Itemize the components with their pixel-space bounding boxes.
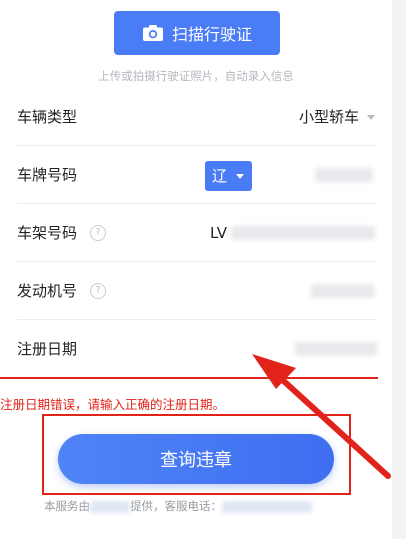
chevron-down-icon <box>236 174 244 179</box>
help-icon[interactable]: ? <box>90 283 106 299</box>
footer-text-1: 本服务由 <box>44 499 90 513</box>
vehicle-type-label: 车辆类型 <box>17 108 78 126</box>
form-card: 扫描行驶证 上传或拍摄行驶证照片，自动录入信息 车辆类型 小型轿车 车牌号码 辽… <box>0 0 392 539</box>
scan-button-label: 扫描行驶证 <box>171 25 252 44</box>
engine-input[interactable] <box>311 284 375 298</box>
camera-icon <box>142 25 163 41</box>
dropdown-arrow-icon <box>367 115 375 120</box>
scan-license-button[interactable]: 扫描行驶证 <box>114 11 280 55</box>
error-underline <box>0 377 378 379</box>
page-margin <box>392 0 406 539</box>
highlight-box <box>42 414 351 495</box>
vehicle-type-row[interactable]: 车辆类型 小型轿车 <box>17 88 377 146</box>
reg-date-input[interactable] <box>295 342 377 356</box>
error-message: 注册日期错误，请输入正确的注册日期。 <box>0 397 226 412</box>
vin-input[interactable] <box>231 226 375 240</box>
vin-prefix: LV <box>210 224 227 242</box>
plate-label: 车牌号码 <box>17 166 78 184</box>
reg-date-row[interactable]: 注册日期 <box>17 320 377 378</box>
reg-date-label: 注册日期 <box>17 340 78 358</box>
province-select[interactable]: 辽 <box>205 161 252 191</box>
plate-input[interactable] <box>315 168 373 182</box>
help-icon[interactable]: ? <box>90 225 106 241</box>
vehicle-type-value: 小型轿车 <box>298 108 359 126</box>
vehicle-type-select[interactable]: 小型轿车 <box>299 88 375 146</box>
scan-hint: 上传或拍摄行驶证照片，自动录入信息 <box>98 69 294 83</box>
engine-row: 发动机号 ? <box>17 262 377 320</box>
plate-row: 车牌号码 辽 <box>17 146 377 204</box>
province-value: 辽 <box>212 167 228 185</box>
vin-row: 车架号码 ? LV <box>17 204 377 262</box>
footer-text-2: 提供，客服电话： <box>130 499 222 513</box>
service-footer: 本服务由 提供，客服电话： <box>44 498 312 514</box>
engine-label: 发动机号 <box>17 282 78 300</box>
provider-redacted <box>90 500 130 513</box>
vin-label: 车架号码 <box>17 224 78 242</box>
phone-redacted <box>222 500 312 513</box>
